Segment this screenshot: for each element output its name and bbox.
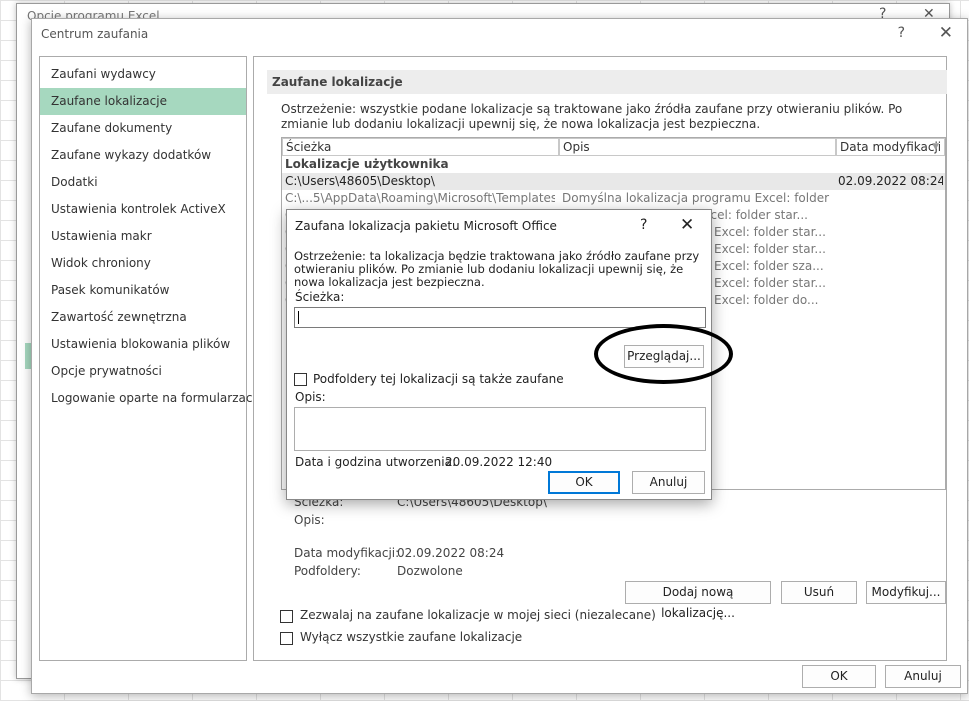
- description-input[interactable]: [294, 407, 706, 451]
- subfolders-label[interactable]: Podfoldery tej lokalizacji są także zauf…: [313, 372, 564, 386]
- close-icon[interactable]: ✕: [680, 215, 694, 235]
- row-description: Domyślna lokalizacja programu Excel: fol…: [562, 191, 830, 205]
- allow-network-label[interactable]: Zezwalaj na zaufane lokalizacje w mojej …: [300, 608, 656, 622]
- ok-button[interactable]: OK: [802, 665, 876, 688]
- group-label: Lokalizacje użytkownika: [285, 157, 449, 171]
- column-header-path[interactable]: Ścieżka: [282, 138, 559, 156]
- dialog-warning: Ostrzeżenie: ta lokalizacja będzie trakt…: [294, 249, 700, 289]
- window-title: Centrum zaufania: [41, 27, 149, 41]
- sidebar-item-trusted-addin-catalogs[interactable]: Zaufane wykazy dodatków: [40, 142, 246, 169]
- sidebar-item-privacy[interactable]: Opcje prywatności: [40, 358, 246, 385]
- row-description: Excel: folder sza...: [714, 259, 824, 273]
- sidebar-item-protected-view[interactable]: Widok chroniony: [40, 250, 246, 277]
- list-group-header: Lokalizacje użytkownika: [282, 156, 945, 173]
- dialog-title: Zaufana lokalizacja pakietu Microsoft Of…: [295, 219, 557, 233]
- remove-button[interactable]: Usuń: [781, 581, 857, 604]
- table-row[interactable]: C:\Users\48605\Desktop\ 02.09.2022 08:24: [282, 173, 945, 190]
- column-header-date[interactable]: Data modyfikacji ▼: [836, 138, 945, 156]
- help-icon[interactable]: ?: [898, 25, 905, 41]
- section-warning: Ostrzeżenie: wszystkie podane lokalizacj…: [281, 102, 903, 131]
- sidebar-item-macros[interactable]: Ustawienia makr: [40, 223, 246, 250]
- column-header-date-label: Data modyfikacji: [840, 140, 942, 154]
- created-label: Data i godzina utworzenia:: [295, 455, 457, 469]
- row-description: Excel: folder star...: [714, 242, 826, 256]
- section-title: Zaufane lokalizacje: [267, 70, 947, 94]
- row-description: Excel: folder star...: [714, 276, 826, 290]
- row-path: C:\...5\AppData\Roaming\Microsoft\Templa…: [285, 191, 555, 205]
- sidebar: Zaufani wydawcy Zaufane lokalizacje Zauf…: [39, 56, 260, 661]
- path-label: Ścieżka:: [295, 290, 345, 304]
- cancel-button[interactable]: Anuluj: [885, 665, 961, 688]
- sidebar-item-addins[interactable]: Dodatki: [40, 169, 246, 196]
- sidebar-item-form-signin[interactable]: Logowanie oparte na formularzach: [40, 385, 260, 412]
- sidebar-item-activex[interactable]: Ustawienia kontrolek ActiveX: [40, 196, 246, 223]
- help-icon[interactable]: ?: [640, 217, 647, 233]
- add-location-button[interactable]: Dodaj nową lokalizację...: [625, 581, 771, 620]
- details-date-label: Data modyfikacji:: [294, 546, 400, 560]
- created-value: 20.09.2022 12:40: [445, 455, 553, 469]
- details-subfolders-label: Podfoldery:: [294, 564, 361, 578]
- modify-button[interactable]: Modyfikuj...: [866, 581, 946, 604]
- sidebar-item-trusted-locations[interactable]: Zaufane lokalizacje: [40, 88, 246, 115]
- row-description: Excel: folder star...: [714, 225, 826, 239]
- table-row[interactable]: C:\...5\AppData\Roaming\Microsoft\Templa…: [282, 190, 945, 207]
- annotation-ellipse: [594, 324, 733, 384]
- subfolders-checkbox[interactable]: [294, 373, 307, 386]
- disable-all-label[interactable]: Wyłącz wszystkie zaufane lokalizacje: [300, 630, 522, 644]
- sidebar-item-trusted-publishers[interactable]: Zaufani wydawcy: [40, 61, 246, 88]
- column-header-description[interactable]: Opis: [559, 138, 836, 156]
- allow-network-checkbox[interactable]: [280, 610, 293, 623]
- sidebar-item-message-bar[interactable]: Pasek komunikatów: [40, 277, 246, 304]
- details-subfolders-value: Dozwolone: [397, 564, 463, 578]
- dialog-cancel-button[interactable]: Anuluj: [632, 471, 705, 494]
- description-label: Opis:: [295, 390, 326, 404]
- sidebar-item-trusted-documents[interactable]: Zaufane dokumenty: [40, 115, 246, 142]
- text-cursor: [298, 311, 299, 324]
- details-description-label: Opis:: [294, 513, 325, 527]
- close-icon[interactable]: ✕: [939, 23, 953, 43]
- disable-all-checkbox[interactable]: [280, 632, 293, 645]
- row-date: 02.09.2022 08:24: [838, 174, 943, 188]
- row-description: Excel: folder do...: [714, 293, 819, 307]
- sidebar-item-external-content[interactable]: Zawartość zewnętrzna: [40, 304, 246, 331]
- sort-arrow-icon: ▼: [932, 142, 939, 152]
- details-date-value: 02.09.2022 08:24: [397, 546, 505, 560]
- dialog-ok-button[interactable]: OK: [548, 471, 620, 494]
- sidebar-item-file-block[interactable]: Ustawienia blokowania plików: [40, 331, 246, 358]
- row-path: C:\Users\48605\Desktop\: [285, 174, 435, 188]
